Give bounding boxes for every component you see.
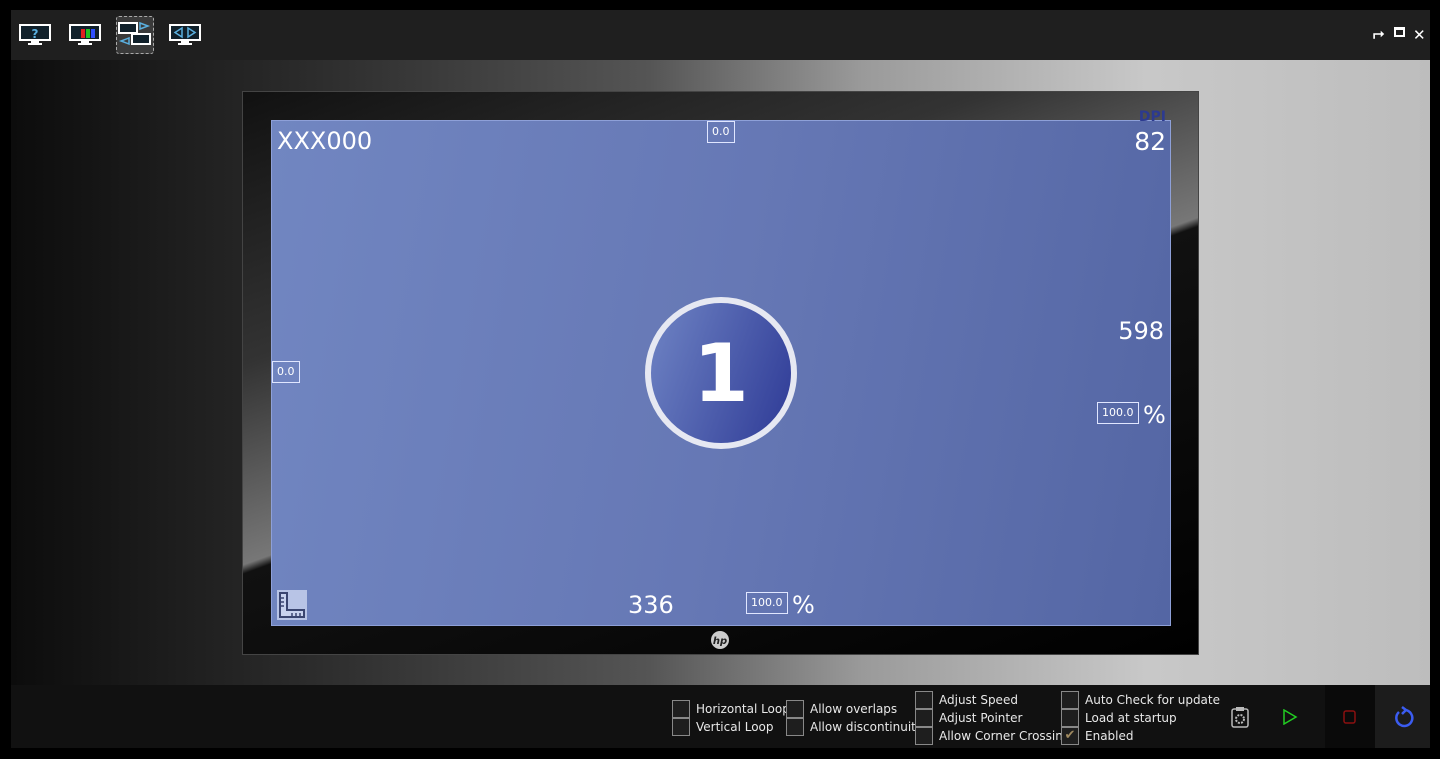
- height-percent: %: [1143, 401, 1166, 429]
- reload-icon: [1394, 705, 1414, 727]
- option-checkbox[interactable]: ✔ Enabled: [1061, 727, 1134, 745]
- option-checkbox[interactable]: Load at startup: [1061, 709, 1177, 727]
- toolbar: ? ⮣ ✕: [11, 10, 1430, 60]
- option-checkbox[interactable]: Allow overlaps: [786, 700, 897, 718]
- width-scale-field[interactable]: 100.0: [746, 592, 788, 614]
- top-offset-field[interactable]: 0.0: [707, 121, 735, 143]
- width-value: 336: [628, 591, 674, 619]
- svg-text:?: ?: [32, 27, 39, 41]
- option-checkbox[interactable]: Horizontal Loop: [672, 700, 790, 718]
- option-checkbox[interactable]: Adjust Speed: [915, 691, 1018, 709]
- check-icon: ✔: [1061, 727, 1079, 745]
- ruler-icon[interactable]: [277, 590, 307, 620]
- help-button[interactable]: ?: [16, 16, 54, 54]
- dpi-label: DPI: [1138, 109, 1166, 125]
- maximize-icon[interactable]: [1394, 27, 1405, 37]
- options-panel: Horizontal Loop Vertical Loop Allow over…: [11, 685, 1430, 748]
- app-window: ? ⮣ ✕ XXX000 0.0 DPI 82 0.0 598 100.0 % …: [11, 10, 1430, 748]
- option-checkbox[interactable]: Vertical Loop: [672, 718, 774, 736]
- help-monitor-icon: ?: [19, 24, 51, 45]
- start-button[interactable]: [1265, 685, 1315, 748]
- monitor-name: XXX000: [277, 127, 373, 155]
- monitor-number-badge: 1: [645, 297, 797, 449]
- close-icon[interactable]: ✕: [1413, 26, 1426, 44]
- monitor-preview[interactable]: XXX000 0.0 DPI 82 0.0 598 100.0 % 1 336 …: [242, 91, 1199, 655]
- svg-text:hp: hp: [713, 636, 727, 647]
- color-button[interactable]: [66, 16, 104, 54]
- width-percent: %: [792, 591, 815, 619]
- color-monitor-icon: [69, 24, 101, 45]
- arrange-button[interactable]: [166, 16, 204, 54]
- monitor-number: 1: [693, 326, 749, 420]
- pin-icon[interactable]: ⮣: [1373, 26, 1384, 42]
- monitor-screen[interactable]: XXX000 0.0 DPI 82 0.0 598 100.0 % 1 336 …: [271, 109, 1171, 626]
- height-value: 598: [1118, 317, 1164, 345]
- option-checkbox[interactable]: Allow Corner Crossing: [915, 727, 1070, 745]
- dual-monitor-swap-icon: [118, 21, 151, 46]
- monitor-arrows-icon: [169, 24, 201, 45]
- option-checkbox[interactable]: Allow discontinuity: [786, 718, 923, 736]
- option-checkbox[interactable]: Auto Check for update: [1061, 691, 1220, 709]
- stop-icon: [1343, 709, 1356, 724]
- dpi-value: 82: [1134, 127, 1166, 156]
- option-checkbox[interactable]: Adjust Pointer: [915, 709, 1022, 727]
- clipboard-gear-icon: [1231, 706, 1249, 728]
- swap-monitors-button[interactable]: [116, 16, 154, 54]
- left-offset-field[interactable]: 0.0: [272, 361, 300, 383]
- reload-button[interactable]: [1375, 685, 1430, 748]
- hp-logo: hp: [711, 631, 729, 649]
- play-icon: [1283, 708, 1298, 725]
- stop-button[interactable]: [1325, 685, 1375, 748]
- height-scale-field[interactable]: 100.0: [1097, 402, 1139, 424]
- settings-button[interactable]: [1215, 685, 1265, 748]
